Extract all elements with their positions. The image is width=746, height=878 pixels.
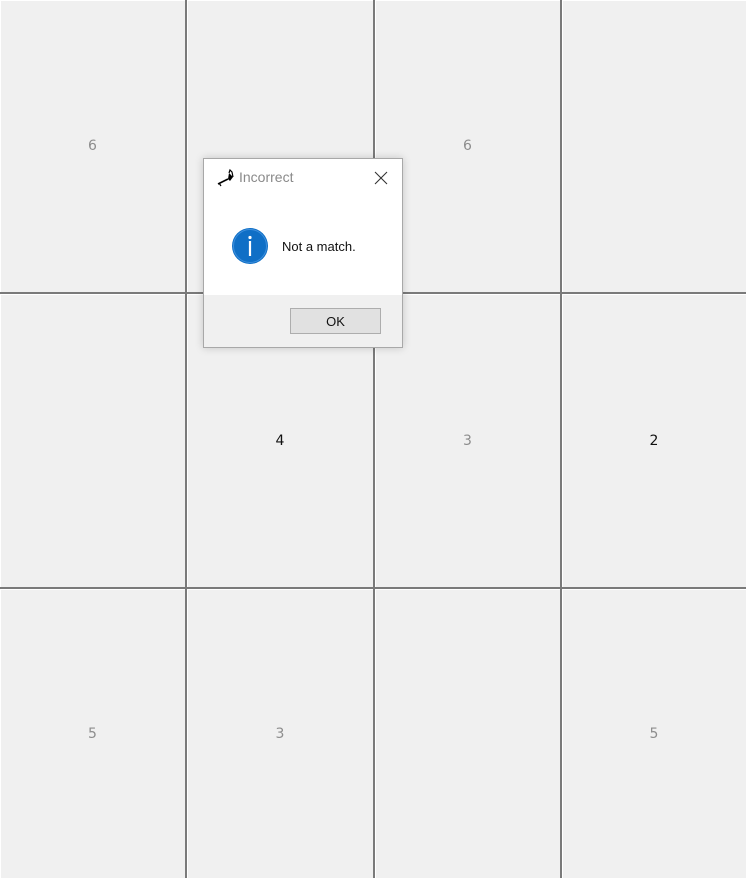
tile-r2-c3[interactable]: 3 <box>375 294 562 589</box>
dialog-message: Not a match. <box>282 239 356 254</box>
message-dialog: Incorrect Not a match. OK <box>203 158 403 348</box>
information-icon <box>231 227 269 265</box>
dialog-content: Not a match. <box>204 197 402 295</box>
dialog-title: Incorrect <box>239 169 294 185</box>
tile-r2-c4[interactable]: 2 <box>562 294 746 589</box>
tile-r2-c1[interactable] <box>0 294 187 589</box>
dialog-titlebar[interactable]: Incorrect <box>204 159 402 197</box>
close-icon <box>374 171 388 185</box>
app-icon <box>216 168 236 188</box>
tile-r3-c3[interactable] <box>375 589 562 878</box>
game-board: 6 6 4 3 2 5 3 5 <box>0 0 746 878</box>
tile-r1-c1[interactable]: 6 <box>0 0 187 294</box>
dialog-footer: OK <box>204 295 402 347</box>
tile-r1-c4[interactable] <box>562 0 746 294</box>
tile-r3-c4[interactable]: 5 <box>562 589 746 878</box>
tile-r1-c3[interactable]: 6 <box>375 0 562 294</box>
tile-r3-c1[interactable]: 5 <box>0 589 187 878</box>
close-button[interactable] <box>368 165 394 191</box>
ok-button[interactable]: OK <box>290 308 381 334</box>
tile-r3-c2[interactable]: 3 <box>187 589 375 878</box>
